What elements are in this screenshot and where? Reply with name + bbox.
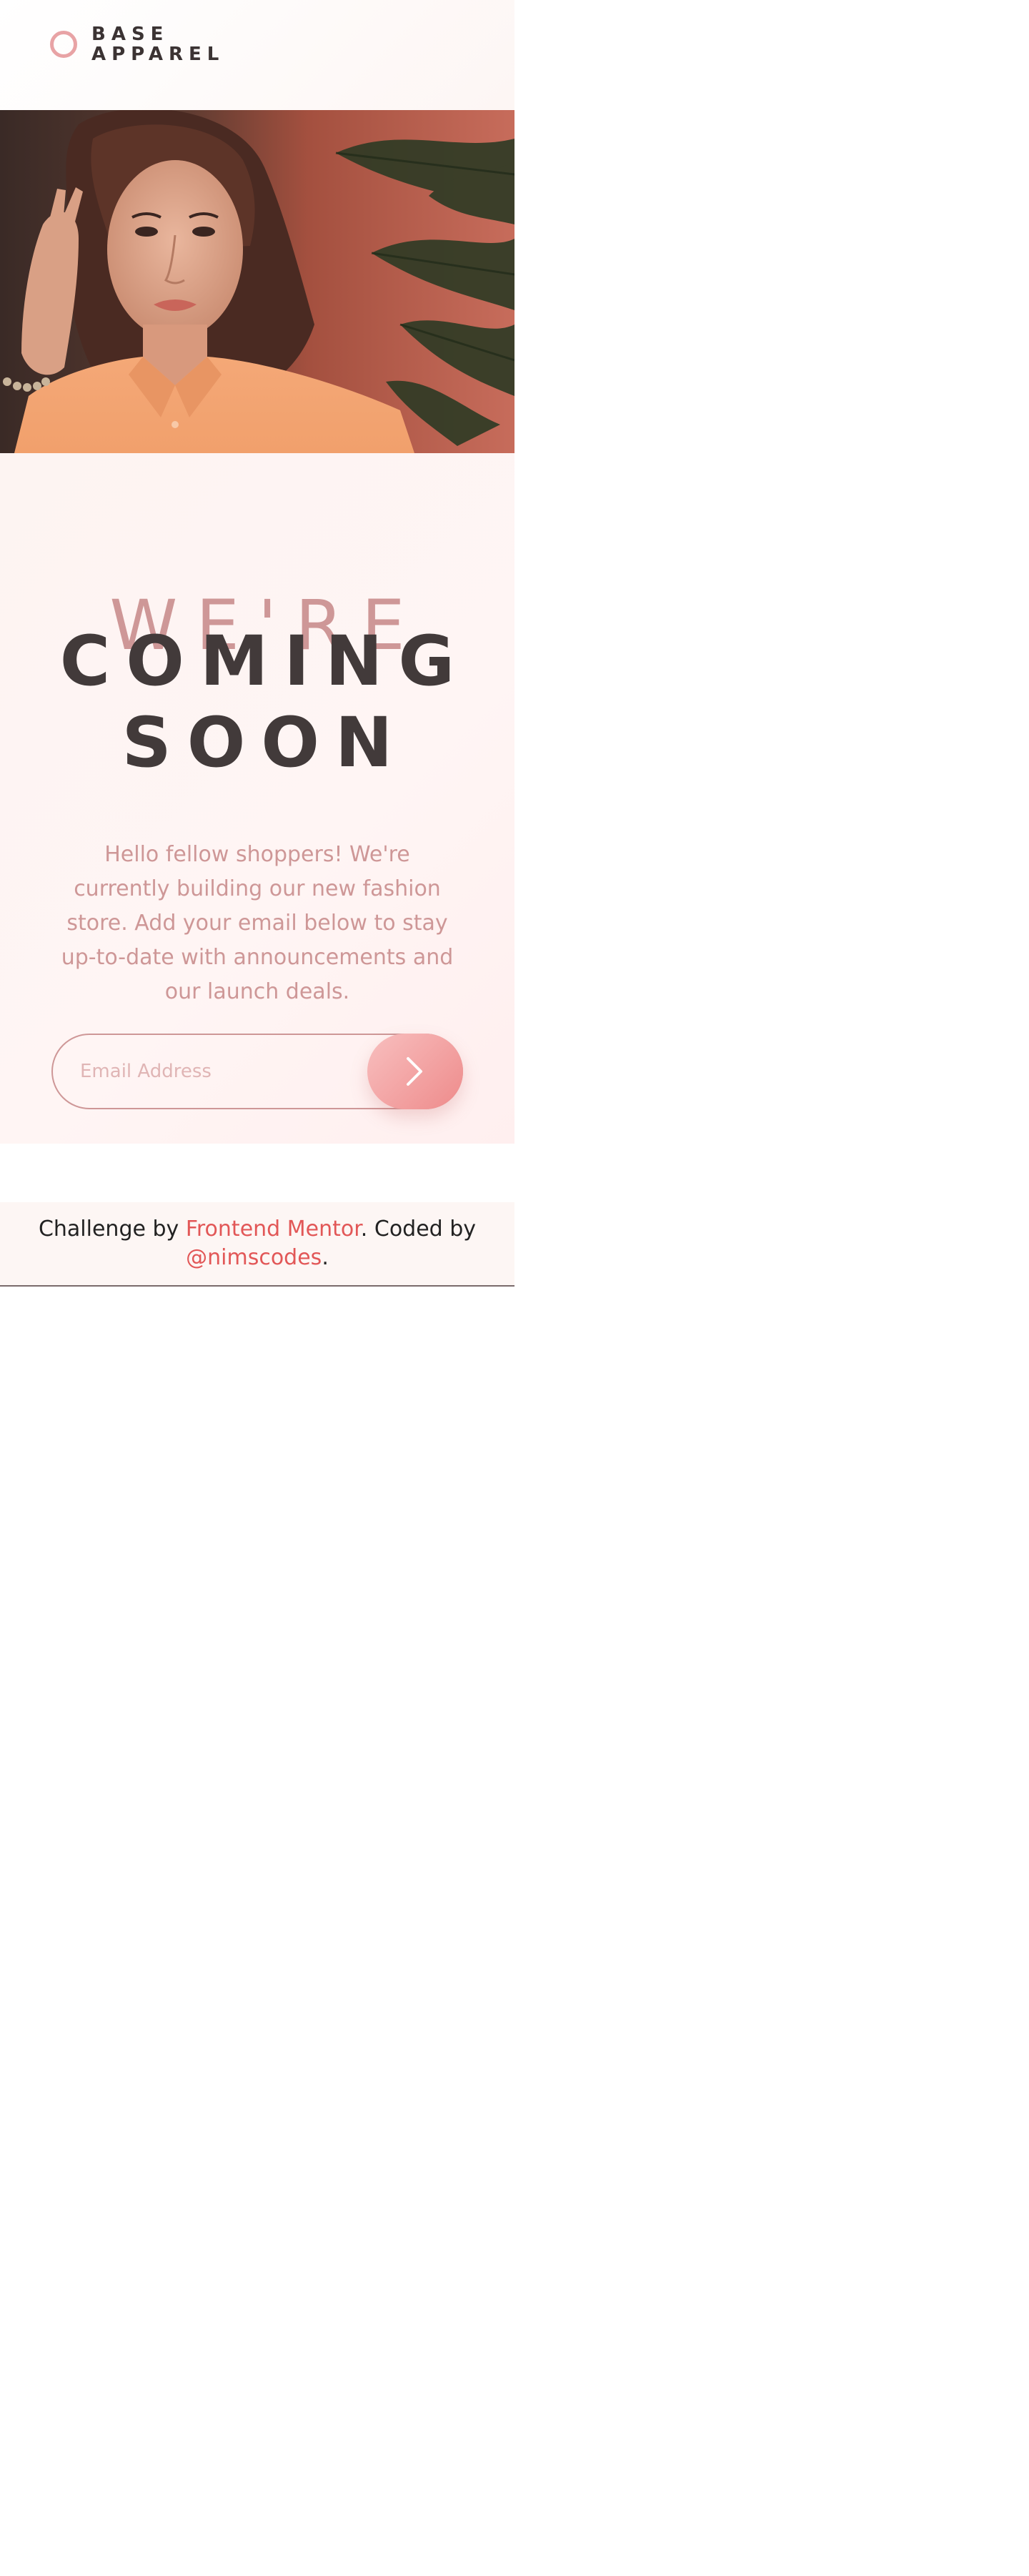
heading-bold-line2: SOON: [121, 703, 409, 783]
attribution-middle: . Coded by: [360, 1217, 477, 1242]
brand-logo[interactable]: BASE APPAREL: [50, 24, 224, 64]
frontend-mentor-link[interactable]: Frontend Mentor: [186, 1217, 361, 1242]
email-signup-form: [51, 1034, 463, 1109]
brand-name-line1: BASE: [91, 24, 169, 45]
brand-name-line2: APPAREL: [91, 44, 225, 65]
description-text: Hello fellow shoppers! We're currently b…: [61, 842, 454, 1004]
logo-circle-icon: [50, 31, 77, 58]
main-content: WE'RE COMING SOON Hello fellow shoppers!…: [0, 453, 514, 1144]
brand-name: BASE APPAREL: [91, 24, 224, 64]
author-link[interactable]: @nimscodes: [186, 1245, 322, 1270]
attribution-prefix: Challenge by: [38, 1217, 186, 1242]
hero-image: [0, 110, 514, 453]
site-header: BASE APPAREL: [0, 0, 514, 110]
heading-bold-line1: COMING: [59, 621, 471, 701]
attribution-suffix: .: [322, 1245, 329, 1270]
woman-portrait-photo: [0, 110, 514, 453]
submit-button[interactable]: [367, 1034, 463, 1109]
chevron-right-icon: [407, 1057, 422, 1086]
heading-bold: COMING SOON: [0, 620, 514, 783]
attribution-footer: Challenge by Frontend Mentor. Coded by @…: [0, 1202, 514, 1287]
page: BASE APPAREL WE'RE COMING SOON Hello fel…: [0, 0, 514, 2576]
